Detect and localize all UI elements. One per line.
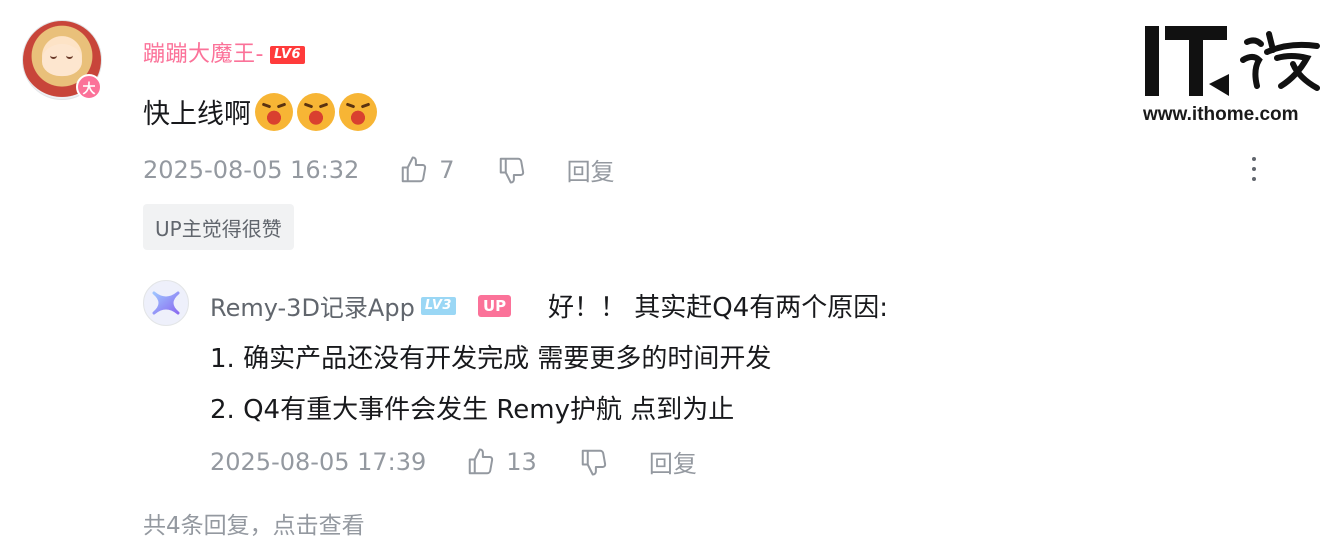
ithome-logo	[1145, 26, 1320, 96]
avatar-vip-badge: 大	[76, 74, 102, 100]
reply-button[interactable]: 回复	[567, 152, 615, 187]
level-badge: LV6	[269, 46, 306, 64]
more-icon[interactable]	[1244, 155, 1264, 183]
avatar-face	[42, 44, 82, 76]
reply-meta: 2025-08-05 17:39 13 回复	[210, 444, 697, 479]
emoji-shouting	[339, 92, 377, 131]
like-icon[interactable]	[399, 155, 429, 185]
dislike-icon[interactable]	[497, 155, 527, 185]
emoji-shouting	[297, 92, 335, 131]
reply-text-line-1: 好！！ 其实赶Q4有两个原因:	[548, 293, 889, 323]
up-badge: UP	[477, 294, 512, 317]
reply-text-line-2: 1. 确实产品还没有开发完成 需要更多的时间开发	[210, 344, 772, 374]
comment-timestamp: 2025-08-05 16:32	[143, 155, 360, 184]
dislike-icon[interactable]	[579, 447, 609, 477]
comment-username[interactable]: 蹦蹦大魔王- LV6	[143, 36, 306, 68]
like-count: 7	[439, 155, 455, 184]
emoji-shouting	[255, 92, 293, 131]
reply-dislike-button[interactable]	[579, 447, 609, 477]
dislike-button[interactable]	[497, 155, 527, 185]
reply-like-button[interactable]: 13	[466, 447, 537, 477]
reply-timestamp: 2025-08-05 17:39	[210, 447, 427, 476]
reply-username-text[interactable]: Remy-3D记录App	[210, 288, 415, 323]
ithome-url: www.ithome.com	[1143, 104, 1299, 125]
up-liked-tag: UP主觉得很赞	[143, 204, 294, 250]
reply-text-line-3: 2. Q4有重大事件会发生 Remy护航 点到为止	[210, 395, 735, 425]
reply-like-count: 13	[506, 447, 537, 476]
comment-meta: 2025-08-05 16:32 7 回复	[143, 152, 615, 187]
view-more-replies-link[interactable]: 共4条回复，点击查看	[143, 506, 365, 540]
reply-level-badge: LV3	[420, 296, 456, 315]
reply-username[interactable]: Remy-3D记录App LV3 UP	[210, 288, 512, 323]
remy-logo-icon	[152, 291, 180, 315]
like-icon[interactable]	[466, 447, 496, 477]
reply-avatar[interactable]	[143, 280, 189, 326]
comment-text: 快上线啊	[143, 92, 377, 131]
comment-username-text[interactable]: 蹦蹦大魔王-	[143, 42, 264, 67]
comment-text-body: 快上线啊	[143, 99, 251, 130]
reply-reply-button[interactable]: 回复	[649, 444, 697, 479]
like-button[interactable]: 7	[399, 155, 455, 185]
